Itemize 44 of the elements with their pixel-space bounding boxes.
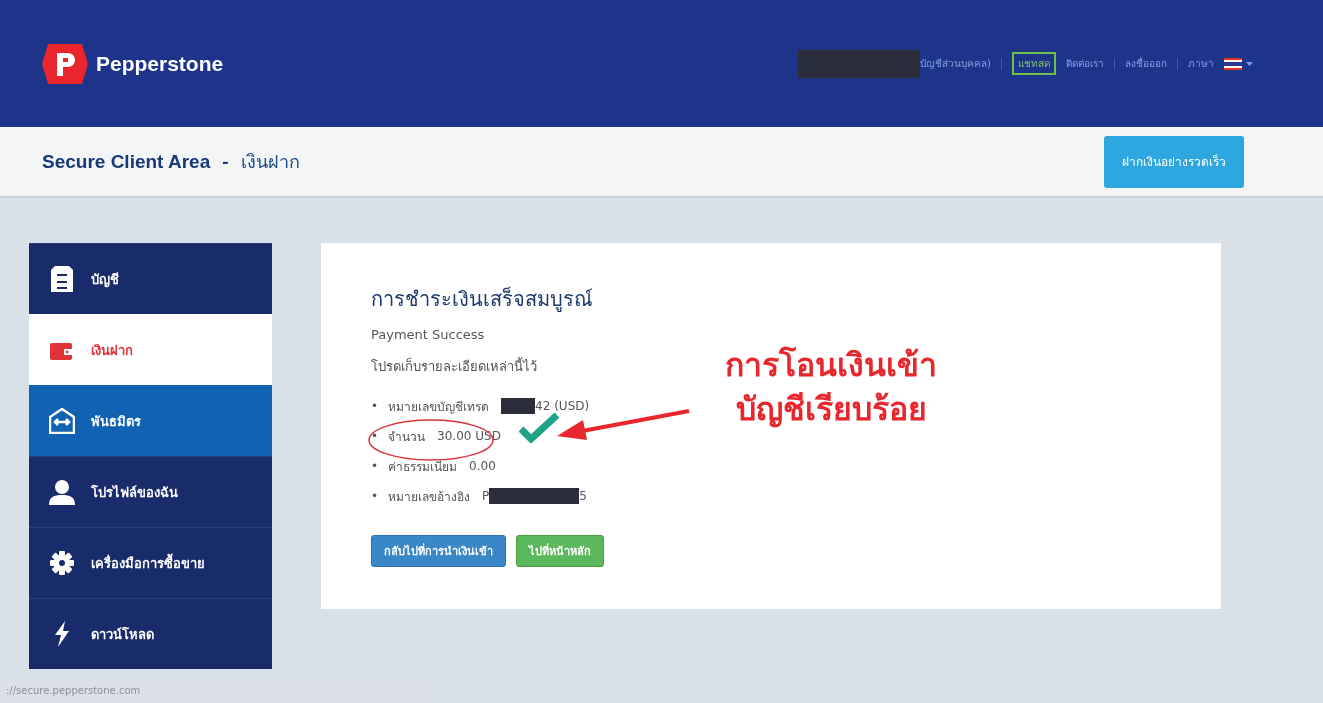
- sidebar-item[interactable]: โปรไฟล์ของฉัน: [29, 456, 272, 527]
- sidebar-item[interactable]: เงินฝาก: [29, 314, 272, 385]
- detail-value: 42 (USD): [535, 399, 590, 413]
- action-button[interactable]: ไปที่หน้าหลัก: [516, 535, 604, 567]
- bullet: •: [371, 489, 379, 503]
- detail-label: ค่าธรรมเนียม: [388, 458, 458, 476]
- annotation-text: การโอนเงินเข้า บัญชีเรียบร้อย: [725, 345, 937, 430]
- caret-icon: [1246, 61, 1253, 66]
- user-icon: [49, 479, 75, 505]
- nav-link[interactable]: ติดต่อเรา: [1066, 56, 1104, 71]
- wallet-icon: [50, 340, 74, 360]
- card-note: โปรดเก็บรายละเอียดเหล่านี้ไว้: [371, 356, 537, 376]
- bullet: •: [371, 429, 379, 443]
- detail-value: 5: [579, 489, 587, 503]
- lightning-icon: [53, 621, 71, 647]
- cabinet-icon: [51, 266, 73, 292]
- account-label: บัญชีส่วนบุคคล): [920, 57, 991, 71]
- detail-value: 0.00: [469, 459, 496, 473]
- area-title: Secure Client Area: [42, 150, 211, 173]
- live-chat-link[interactable]: แชทสด: [1012, 52, 1056, 75]
- sidebar-item[interactable]: เครื่องมือการซื้อขาย: [29, 527, 272, 598]
- check-icon: [519, 413, 559, 443]
- card-subtitle: Payment Success: [371, 327, 485, 342]
- sidebar-item[interactable]: บัญชี: [29, 243, 272, 314]
- detail-label: หมายเลขบัญชีเทรด: [388, 398, 490, 416]
- bullet: •: [371, 399, 379, 413]
- detail-value: P: [482, 489, 490, 503]
- language-link[interactable]: ภาษา: [1188, 56, 1214, 71]
- sidebar-item[interactable]: พันธมิตร: [29, 385, 272, 456]
- card-title: การชำระเงินเสร็จสมบูรณ์: [371, 285, 594, 314]
- logo-icon: [42, 43, 88, 84]
- title-separator: -: [222, 150, 229, 173]
- detail-label: หมายเลขอ้างอิง: [388, 488, 471, 506]
- settings-icon: [50, 551, 74, 575]
- thai-flag-icon: [1224, 57, 1242, 70]
- handshake-icon: [49, 408, 75, 434]
- page-title: เงินฝาก: [240, 150, 300, 174]
- brand-name: Pepperstone: [96, 51, 224, 76]
- sidebar-item[interactable]: ดาวน์โหลด: [29, 598, 272, 669]
- detail-label: จำนวน: [388, 428, 426, 446]
- nav-link[interactable]: ลงชื่อออก: [1125, 56, 1167, 71]
- quick-deposit-button[interactable]: ฝากเงินอย่างรวดเร็ว: [1104, 135, 1244, 188]
- bullet: •: [371, 459, 379, 473]
- action-button[interactable]: กลับไปที่การนำเงินเข้า: [371, 535, 506, 567]
